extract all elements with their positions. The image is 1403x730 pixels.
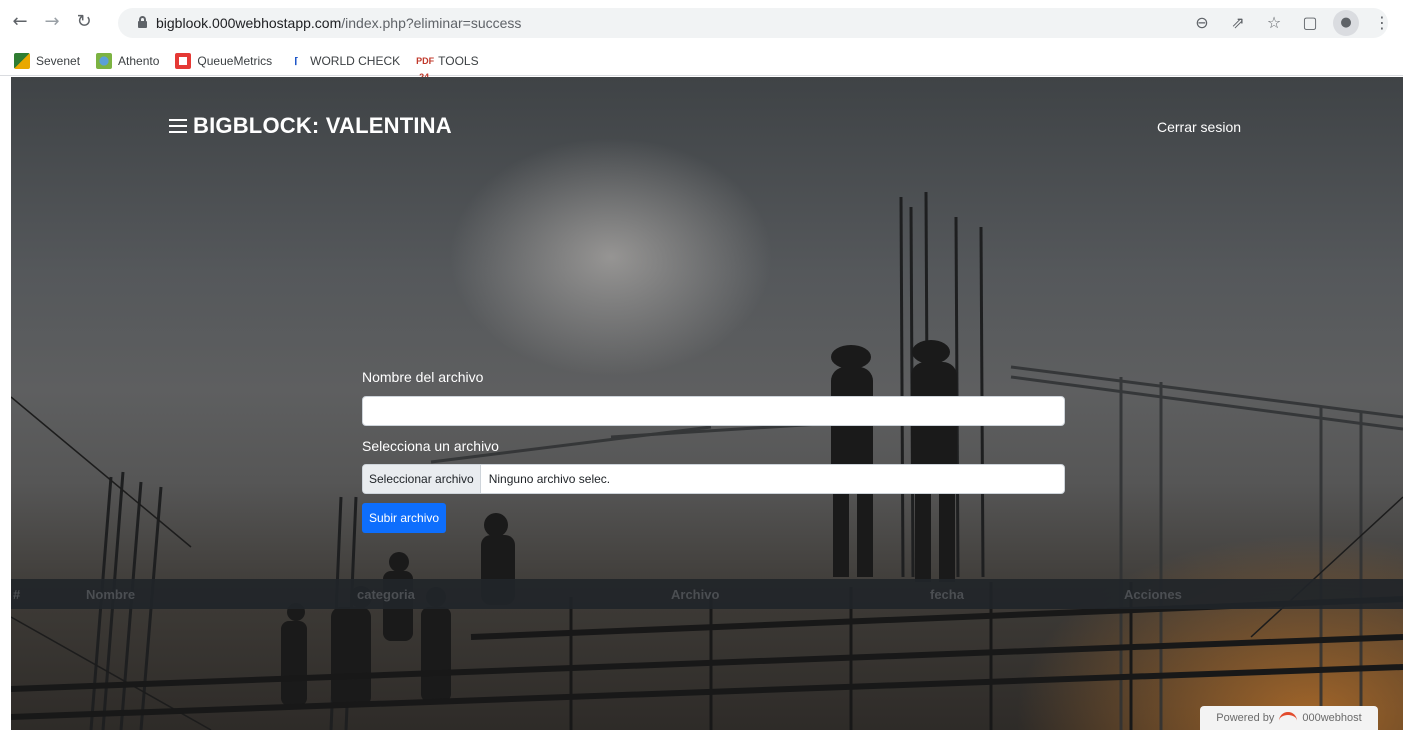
top-navbar: BIGBLOCK: VALENTINA Cerrar sesion — [11, 77, 1403, 177]
column-header-nombre: Nombre — [86, 587, 136, 602]
file-name-label: Nombre del archivo — [362, 369, 484, 385]
url-text[interactable]: bigblook.000webhostapp.com/index.php?eli… — [156, 15, 521, 31]
side-panel-icon[interactable]: ▢ — [1297, 10, 1323, 36]
bookmark-sevenet[interactable]: Sevenet — [14, 52, 80, 69]
000webhost-logo-icon — [1279, 712, 1298, 724]
column-header-acciones: Acciones — [1124, 587, 1182, 602]
file-select-label: Selecciona un archivo — [362, 438, 499, 454]
lock-icon[interactable] — [138, 16, 147, 28]
column-header-categoria: categoria — [357, 587, 415, 602]
bookmark-queuemetrics[interactable]: QueueMetrics — [175, 52, 272, 69]
bookmarks-bar: Sevenet Athento QueueMetrics ⌈ WORLD CHE… — [0, 46, 1403, 82]
bookmark-athento[interactable]: Athento — [96, 52, 159, 69]
column-header-archivo: Archivo — [671, 587, 720, 602]
more-menu-icon[interactable]: ⋮ — [1369, 10, 1395, 36]
brand-title: BIGBLOCK: VALENTINA — [193, 113, 452, 138]
bookmark-tools[interactable]: PDF24 TOOLS — [416, 53, 478, 82]
world-check-icon: ⌈ — [294, 55, 299, 66]
page-viewport: BIGBLOCK: VALENTINA Cerrar sesion Nombre… — [11, 77, 1403, 730]
star-icon[interactable]: ☆ — [1261, 10, 1287, 36]
choose-file-button[interactable]: Seleccionar archivo — [363, 465, 481, 493]
athento-icon — [96, 52, 113, 69]
file-input[interactable]: Seleccionar archivo Ninguno archivo sele… — [362, 464, 1065, 494]
pdf24-icon: PDF24 — [416, 55, 435, 82]
sevenet-icon — [14, 52, 30, 69]
share-icon[interactable]: ⇗ — [1225, 10, 1251, 36]
browser-toolbar: ← → ↻ bigblook.000webhostapp.com/index.p… — [0, 0, 1403, 46]
hamburger-menu-icon[interactable] — [169, 117, 189, 135]
queuemetrics-icon — [175, 52, 192, 69]
file-name-input[interactable] — [362, 396, 1065, 426]
bookmark-world-check[interactable]: ⌈ WORLD CHECK — [288, 53, 400, 69]
brand[interactable]: BIGBLOCK: VALENTINA — [169, 113, 452, 139]
profile-avatar-icon[interactable]: ● — [1333, 10, 1359, 36]
column-header-fecha: fecha — [930, 587, 964, 602]
back-arrow-icon[interactable]: ← — [8, 10, 32, 34]
upload-form: Nombre del archivo Selecciona un archivo… — [362, 369, 1065, 533]
reload-icon[interactable]: ↻ — [72, 10, 96, 34]
file-status-text: Ninguno archivo selec. — [488, 472, 611, 486]
logout-link[interactable]: Cerrar sesion — [1157, 119, 1241, 135]
zoom-icon[interactable]: ⊖ — [1189, 10, 1215, 36]
upload-button[interactable]: Subir archivo — [362, 503, 447, 533]
powered-by-badge[interactable]: Powered by 000webhost — [1200, 706, 1378, 730]
files-table-header: # Nombre categoria Archivo fecha Accione… — [11, 579, 1403, 609]
column-header-number: # — [13, 587, 21, 602]
forward-arrow-icon[interactable]: → — [40, 10, 64, 34]
